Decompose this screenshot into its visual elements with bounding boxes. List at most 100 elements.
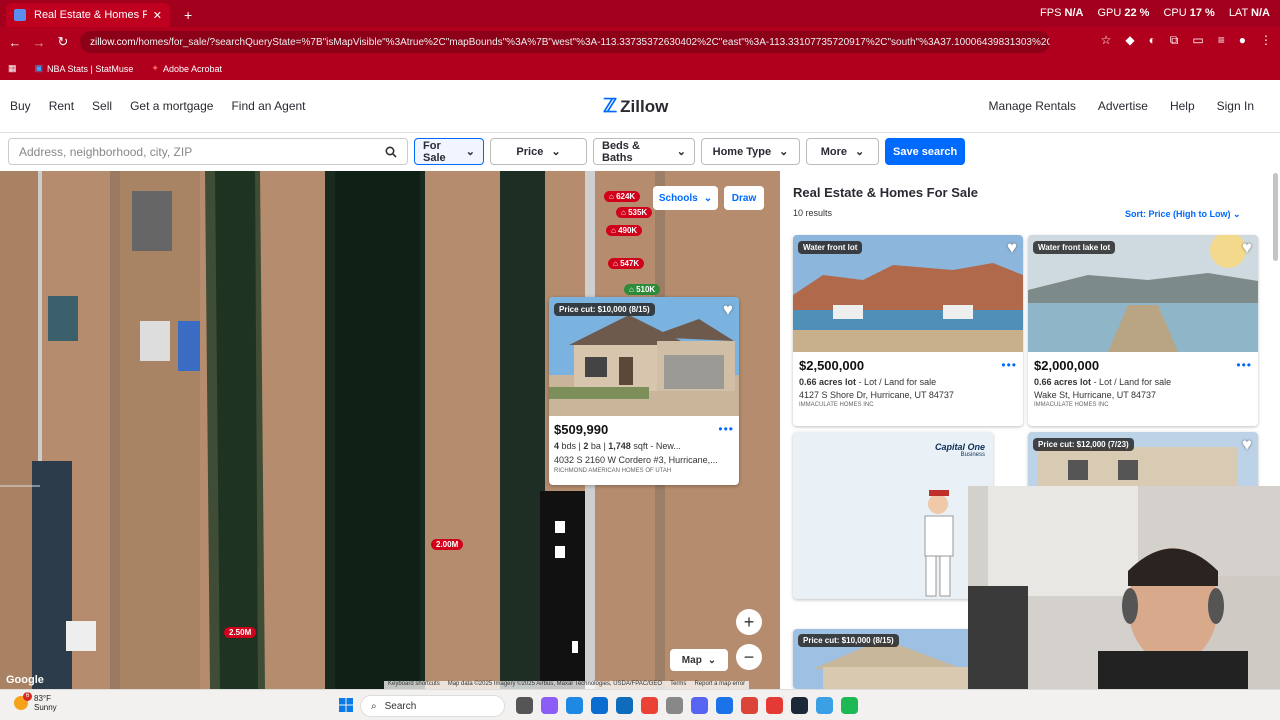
filter-bar: Address, neighborhood, city, ZIP For Sal… bbox=[8, 138, 966, 165]
listing-address[interactable]: 4127 S Shore Dr, Hurricane, UT 84737 bbox=[799, 390, 1017, 400]
nav-find-agent[interactable]: Find an Agent bbox=[231, 99, 305, 113]
windows-start-icon[interactable] bbox=[339, 698, 353, 712]
bookmark-statmuse[interactable]: ▣ NBA Stats | StatMuse bbox=[35, 63, 134, 74]
schools-button[interactable]: Schools ⌄ bbox=[653, 186, 718, 210]
chevron-down-icon: ⌄ bbox=[703, 192, 713, 204]
vscode-icon[interactable] bbox=[716, 697, 733, 714]
nav-buy[interactable]: Buy bbox=[10, 99, 31, 113]
browser-tab[interactable]: Real Estate & Homes For Sale - ✕ bbox=[6, 3, 170, 27]
more-options-icon[interactable]: ••• bbox=[1236, 358, 1252, 372]
more-filter[interactable]: More ⌄ bbox=[806, 138, 879, 165]
heart-icon[interactable]: ♥ bbox=[1242, 238, 1252, 258]
listing-badge: Water front lot bbox=[798, 241, 863, 254]
chevron-down-icon: ⌄ bbox=[779, 146, 789, 158]
chrome-active-icon[interactable] bbox=[741, 697, 758, 714]
report-error-link[interactable]: Report a map error bbox=[694, 681, 745, 689]
home-type-filter[interactable]: Home Type ⌄ bbox=[701, 138, 800, 165]
terms-link[interactable]: Terms bbox=[670, 681, 686, 689]
task-view-icon[interactable] bbox=[516, 697, 533, 714]
for-sale-filter[interactable]: For Sale ⌄ bbox=[414, 138, 484, 165]
puzzle-icon[interactable]: ⧉ bbox=[1170, 33, 1179, 48]
nav-sign-in[interactable]: Sign In bbox=[1217, 99, 1254, 113]
nav-advertise[interactable]: Advertise bbox=[1098, 99, 1148, 113]
edge-icon[interactable] bbox=[566, 697, 583, 714]
app-icon[interactable] bbox=[766, 697, 783, 714]
advertisement-card[interactable]: Capital One Business bbox=[793, 432, 993, 599]
url-field[interactable]: zillow.com/homes/for_sale/?searchQuerySt… bbox=[80, 31, 1050, 53]
calculator-icon[interactable] bbox=[666, 697, 683, 714]
house-photo: Price cut: $10,000 (8/15) ♥ bbox=[549, 297, 739, 416]
profile-avatar[interactable]: ● bbox=[1239, 33, 1246, 48]
location-search-input[interactable]: Address, neighborhood, city, ZIP bbox=[8, 138, 408, 165]
zoom-out-button[interactable]: − bbox=[736, 644, 762, 670]
listing-card[interactable]: Price cut: $12,000 (7/23) ♥ bbox=[1028, 432, 1258, 492]
zillow-logo[interactable]: ℤ Zillow bbox=[603, 95, 668, 118]
listing-popup-card[interactable]: Price cut: $10,000 (8/15) ♥ $509,990 •••… bbox=[549, 297, 739, 485]
map-pin-624k[interactable]: ⌂ 624K bbox=[604, 191, 641, 202]
spotify-icon[interactable] bbox=[841, 697, 858, 714]
bookmark-star-icon[interactable]: ☆ bbox=[1101, 33, 1112, 48]
nav-help[interactable]: Help bbox=[1170, 99, 1195, 113]
nav-sell[interactable]: Sell bbox=[92, 99, 112, 113]
heart-icon[interactable]: ♥ bbox=[1007, 238, 1017, 258]
performance-overlay: FPS N/A GPU 22 % CPU 17 % LAT N/A bbox=[1040, 7, 1270, 19]
extension-icon[interactable]: ◆ bbox=[1125, 33, 1134, 48]
sort-dropdown[interactable]: Sort: Price (High to Low) ⌄ bbox=[1125, 209, 1241, 220]
zillow-logo-icon: ℤ bbox=[603, 96, 618, 117]
new-tab-icon[interactable]: + bbox=[184, 7, 192, 23]
copilot-icon[interactable] bbox=[541, 697, 558, 714]
heart-icon[interactable]: ♥ bbox=[1242, 435, 1252, 455]
nav-rent[interactable]: Rent bbox=[49, 99, 74, 113]
cast-icon[interactable]: ▭ bbox=[1192, 33, 1203, 48]
app2-icon[interactable] bbox=[816, 697, 833, 714]
store-icon[interactable] bbox=[591, 697, 608, 714]
map-pin-510k[interactable]: ⌂ 510K bbox=[624, 284, 661, 295]
map-pin-535k[interactable]: ⌂ 535K bbox=[616, 207, 653, 218]
beds-baths-filter[interactable]: Beds & Baths ⌄ bbox=[593, 138, 695, 165]
listing-card[interactable]: Water front lot ♥ $2,500,000 ••• 0.66 ac… bbox=[793, 235, 1023, 426]
forward-icon[interactable]: → bbox=[27, 35, 51, 50]
menu-icon[interactable]: ⋮ bbox=[1260, 33, 1272, 48]
translate-icon[interactable]: ◐ bbox=[1149, 33, 1156, 48]
chevron-down-icon: ⌄ bbox=[707, 654, 717, 666]
close-tab-icon[interactable]: ✕ bbox=[153, 9, 162, 22]
map-pin-2-5m[interactable]: 2.50M bbox=[224, 627, 257, 638]
map-pin-490k[interactable]: ⌂ 490K bbox=[606, 225, 643, 236]
address-bar: ← → ↻ zillow.com/homes/for_sale/?searchQ… bbox=[0, 27, 1280, 57]
listing-badge: Water front lake lot bbox=[1033, 241, 1116, 254]
nav-mortgage[interactable]: Get a mortgage bbox=[130, 99, 213, 113]
nav-manage-rentals[interactable]: Manage Rentals bbox=[989, 99, 1076, 113]
taskbar-search[interactable]: ⌕ Search bbox=[360, 695, 505, 717]
results-scrollbar[interactable] bbox=[1273, 173, 1278, 261]
bookmark-acrobat[interactable]: ✦ Adobe Acrobat bbox=[151, 63, 222, 74]
outlook-icon[interactable] bbox=[616, 697, 633, 714]
search-icon[interactable] bbox=[385, 145, 397, 158]
more-options-icon[interactable]: ••• bbox=[718, 422, 734, 436]
draw-button[interactable]: Draw bbox=[724, 186, 764, 210]
apps-grid-icon[interactable]: ▦ bbox=[8, 63, 17, 74]
listing-badge: Price cut: $10,000 (8/15) bbox=[798, 634, 899, 647]
more-options-icon[interactable]: ••• bbox=[1001, 358, 1017, 372]
map-type-button[interactable]: Map ⌄ bbox=[670, 649, 728, 671]
map-pin-547k[interactable]: ⌂ 547K bbox=[608, 258, 645, 269]
zoom-in-button[interactable]: + bbox=[736, 609, 762, 635]
price-filter[interactable]: Price ⌄ bbox=[490, 138, 587, 165]
listing-card[interactable]: Water front lake lot ♥ $2,000,000 ••• 0.… bbox=[1028, 235, 1258, 426]
save-search-button[interactable]: Save search bbox=[885, 138, 966, 165]
listing-address[interactable]: 4032 S 2160 W Cordero #3, Hurricane,... bbox=[554, 455, 735, 465]
steam-icon[interactable] bbox=[791, 697, 808, 714]
media-icon[interactable]: ≡ bbox=[1218, 33, 1225, 48]
chrome-icon[interactable] bbox=[641, 697, 658, 714]
keyboard-shortcuts-link[interactable]: Keyboard shortcuts bbox=[388, 681, 440, 689]
reload-icon[interactable]: ↻ bbox=[51, 34, 75, 50]
listing-photo: Water front lake lot ♥ bbox=[1028, 235, 1258, 352]
satellite-map[interactable]: ⌂ 624K ⌂ 535K ⌂ 490K ⌂ 547K ⌂ 510K 2.00M… bbox=[0, 171, 780, 689]
listing-address[interactable]: Wake St, Hurricane, UT 84737 bbox=[1034, 390, 1252, 400]
heart-icon[interactable]: ♥ bbox=[723, 300, 733, 320]
map-pin-2m[interactable]: 2.00M bbox=[431, 539, 464, 550]
results-title: Real Estate & Homes For Sale bbox=[793, 185, 978, 200]
discord-icon[interactable] bbox=[691, 697, 708, 714]
back-icon[interactable]: ← bbox=[3, 35, 27, 50]
primary-nav: Buy Rent Sell Get a mortgage Find an Age… bbox=[10, 99, 306, 113]
weather-widget[interactable]: 6 83°F Sunny bbox=[14, 692, 57, 712]
